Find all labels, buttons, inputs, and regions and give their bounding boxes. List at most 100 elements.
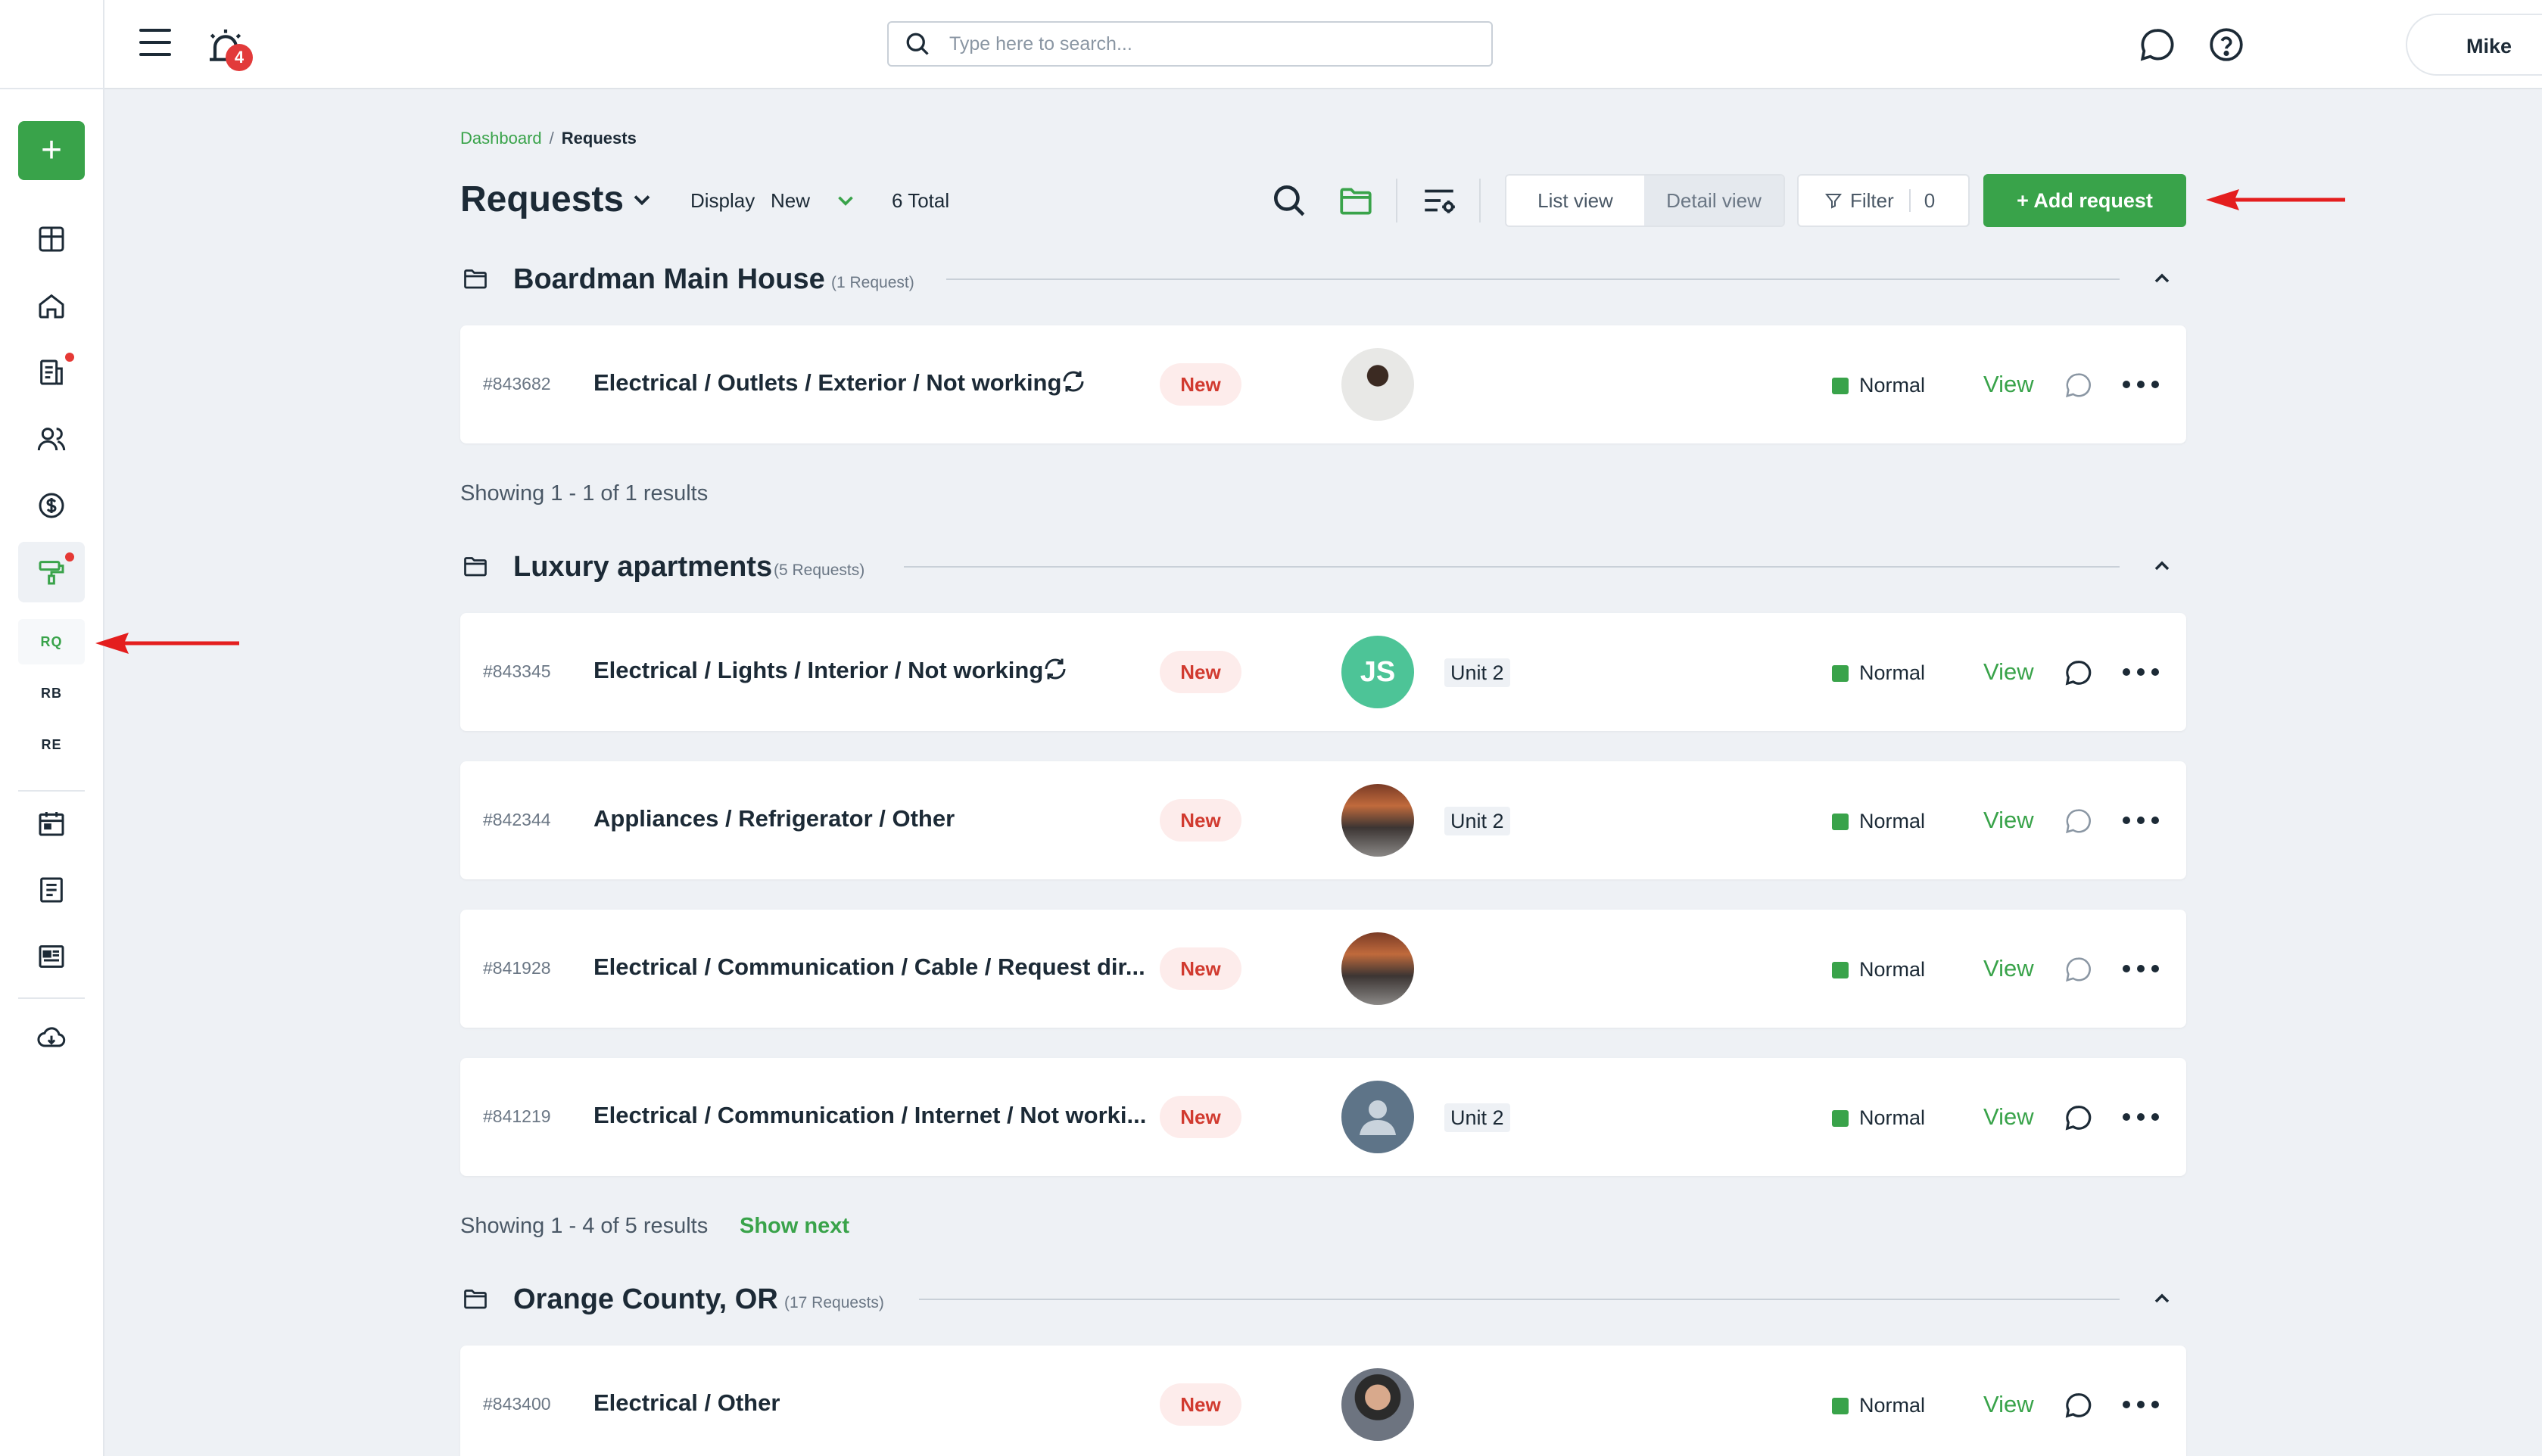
unit-tag: Unit 2 [1444,1103,1510,1132]
search-input[interactable] [949,33,1464,55]
menu-icon[interactable] [139,29,171,59]
request-title[interactable]: Electrical / Other [593,1389,780,1417]
priority: Normal [1832,1106,1925,1130]
priority-label: Normal [1859,374,1926,397]
request-card[interactable]: #841928 Electrical / Communication / Cab… [460,910,2186,1028]
comment-icon[interactable] [2064,658,2092,687]
add-request-button[interactable]: + Add request [1983,174,2186,227]
request-card[interactable]: #843400 Electrical / Other New Normal Vi… [460,1346,2186,1456]
help-icon[interactable] [2207,26,2245,64]
request-title[interactable]: Appliances / Refrigerator / Other [593,805,955,832]
priority-label: Normal [1859,810,1926,832]
more-options-icon[interactable] [2123,808,2159,832]
search-box[interactable] [887,21,1493,67]
comment-icon[interactable] [2064,807,2092,835]
breadcrumb-dashboard[interactable]: Dashboard [460,129,542,148]
sidebar-divider [18,790,85,792]
user-menu[interactable]: Mike [2406,14,2542,76]
priority-label: Normal [1859,661,1926,684]
request-id: #843400 [483,1394,551,1414]
view-link[interactable]: View [1983,955,2034,982]
chevron-up-icon[interactable] [2150,1286,2174,1311]
avatar [1341,784,1414,857]
maintenance-icon[interactable] [33,552,74,590]
column-settings-icon[interactable] [1420,182,1458,219]
sidebar-sub-rq[interactable]: RQ [18,619,85,664]
detail-view-button[interactable]: Detail view [1644,176,1783,226]
display-value[interactable]: New [771,189,810,213]
toolbar-divider [1396,179,1397,222]
unit-tag: Unit 2 [1444,658,1510,687]
search-icon[interactable] [1270,182,1308,219]
comment-icon[interactable] [2064,955,2092,984]
folder-icon [464,1290,487,1309]
folder-view-icon[interactable] [1337,182,1375,219]
view-toggle: List view Detail view [1505,174,1785,227]
more-options-icon[interactable] [2123,372,2159,397]
status-badge: New [1160,947,1241,990]
calendar-icon[interactable] [33,805,70,842]
breadcrumb: Dashboard / Requests [460,129,637,148]
request-card[interactable]: #842344 Appliances / Refrigerator / Othe… [460,761,2186,879]
request-id: #842344 [483,810,551,829]
display-label: Display [690,189,755,212]
recurring-icon [1063,371,1084,392]
priority-indicator [1832,377,1849,394]
user-name: Mike [2466,35,2512,58]
request-card[interactable]: #841219 Electrical / Communication / Int… [460,1058,2186,1176]
request-card[interactable]: #843682 Electrical / Outlets / Exterior … [460,325,2186,443]
comment-icon[interactable] [2064,1103,2092,1132]
sidebar-add-button[interactable]: + [18,121,85,180]
chevron-down-icon[interactable] [628,186,656,213]
view-link[interactable]: View [1983,1391,2034,1418]
filter-button[interactable]: Filter 0 [1797,174,1970,227]
notes-icon[interactable] [33,872,70,908]
sidebar-logo-area [0,0,103,89]
folder-icon [464,557,487,577]
more-options-icon[interactable] [2123,660,2159,684]
more-options-icon[interactable] [2123,1105,2159,1129]
show-next-link[interactable]: Show next [740,1214,849,1239]
leases-icon[interactable] [33,353,74,390]
request-title[interactable]: Electrical / Communication / Cable / Req… [593,954,1145,981]
request-title[interactable]: Electrical / Communication / Internet / … [593,1102,1146,1129]
priority: Normal [1832,374,1925,397]
request-card[interactable]: #843345 Electrical / Lights / Interior /… [460,613,2186,731]
view-link[interactable]: View [1983,371,2034,398]
leases-notification-dot [65,353,74,362]
chevron-down-icon[interactable] [833,188,858,213]
payments-icon[interactable] [33,487,70,524]
sidebar-sub-rb[interactable]: RB [18,670,85,716]
more-options-icon[interactable] [2123,1392,2159,1417]
home-icon[interactable] [33,288,70,324]
page-title: Requests [460,179,625,219]
breadcrumb-separator: / [549,129,554,148]
request-id: #841219 [483,1106,551,1126]
dashboard-icon[interactable] [33,221,70,257]
chevron-up-icon[interactable] [2150,554,2174,578]
view-link[interactable]: View [1983,1103,2034,1131]
sidebar-sub-re[interactable]: RE [18,722,85,767]
group-count: (5 Requests) [774,562,865,579]
view-link[interactable]: View [1983,807,2034,834]
group-count: (1 Request) [831,274,914,291]
chat-icon[interactable] [2138,26,2176,64]
comment-icon[interactable] [2064,371,2092,400]
more-options-icon[interactable] [2123,957,2159,981]
priority: Normal [1832,958,1925,982]
folder-icon [464,269,487,289]
comment-icon[interactable] [2064,1391,2092,1420]
request-title[interactable]: Electrical / Lights / Interior / Not wor… [593,657,1043,684]
priority: Normal [1832,1394,1925,1417]
view-link[interactable]: View [1983,658,2034,686]
priority-indicator [1832,664,1849,682]
chevron-up-icon[interactable] [2150,266,2174,291]
list-view-button[interactable]: List view [1506,176,1644,226]
group-divider [946,278,2120,280]
priority-indicator [1832,961,1849,978]
people-icon[interactable] [33,421,70,457]
reports-icon[interactable] [33,938,70,975]
request-title[interactable]: Electrical / Outlets / Exterior / Not wo… [593,369,1061,397]
cloud-download-icon[interactable] [33,1020,70,1056]
avatar [1341,1368,1414,1441]
